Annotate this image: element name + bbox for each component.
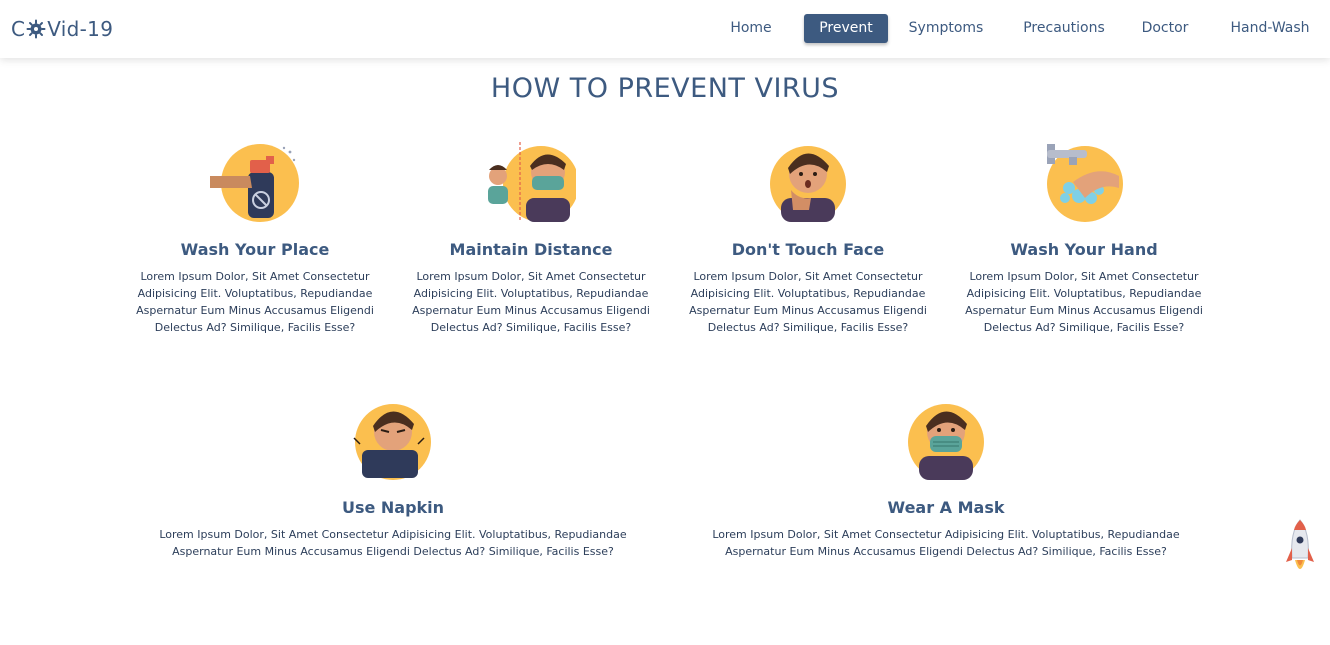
social-distance-icon xyxy=(488,142,576,222)
nav-prevent[interactable]: Prevent xyxy=(804,14,888,43)
spray-bottle-icon xyxy=(210,144,299,222)
rocket-icon[interactable] xyxy=(1284,518,1316,580)
prevent-card-wash-hand: Wash Your Hand Lorem Ipsum Dolor, Sit Am… xyxy=(965,140,1203,360)
prevent-card-use-napkin: Use Napkin Lorem Ipsum Dolor, Sit Amet C… xyxy=(148,398,638,568)
nav-home[interactable]: Home xyxy=(725,14,777,43)
nav-hand-wash[interactable]: Hand-Wash xyxy=(1226,14,1314,43)
card-description: Lorem Ipsum Dolor, Sit Amet Consectetur … xyxy=(159,528,627,558)
hand-wash-icon xyxy=(1047,144,1123,222)
card-description: Lorem Ipsum Dolor, Sit Amet Consectetur … xyxy=(965,270,1203,334)
nav-doctor[interactable]: Doctor xyxy=(1141,14,1189,43)
card-title: Don't Touch Face xyxy=(731,240,885,259)
card-description: Lorem Ipsum Dolor, Sit Amet Consectetur … xyxy=(712,528,1180,558)
logo-prefix: C xyxy=(11,17,26,41)
card-title: Wash Your Hand xyxy=(1010,240,1158,259)
prevent-card-dont-touch-face: Don't Touch Face Lorem Ipsum Dolor, Sit … xyxy=(689,140,927,360)
prevent-card-wear-mask: Wear A Mask Lorem Ipsum Dolor, Sit Amet … xyxy=(700,398,1192,568)
card-title: Wear A Mask xyxy=(887,498,1005,517)
nav-precautions[interactable]: Precautions xyxy=(1018,14,1110,43)
face-mask-icon xyxy=(908,404,984,480)
card-description: Lorem Ipsum Dolor, Sit Amet Consectetur … xyxy=(136,270,374,334)
card-title: Maintain Distance xyxy=(449,240,613,259)
card-description: Lorem Ipsum Dolor, Sit Amet Consectetur … xyxy=(689,270,927,334)
card-description: Lorem Ipsum Dolor, Sit Amet Consectetur … xyxy=(412,270,650,334)
card-title: Use Napkin xyxy=(341,498,445,517)
card-title: Wash Your Place xyxy=(180,240,330,259)
napkin-icon xyxy=(353,404,431,480)
nav-symptoms[interactable]: Symptoms xyxy=(905,14,987,43)
prevent-card-wash-place: Wash Your Place Lorem Ipsum Dolor, Sit A… xyxy=(136,140,374,360)
page-title: HOW TO PREVENT VIRUS xyxy=(490,73,840,104)
logo-suffix: Vid-19 xyxy=(47,17,114,41)
touch-face-icon xyxy=(770,146,846,222)
prevent-card-maintain-distance: Maintain Distance Lorem Ipsum Dolor, Sit… xyxy=(412,140,650,360)
virus-icon xyxy=(26,19,46,39)
site-header: C Vid-19 Home Prevent Symptoms Precautio… xyxy=(0,0,1330,58)
logo[interactable]: C Vid-19 xyxy=(11,15,113,43)
